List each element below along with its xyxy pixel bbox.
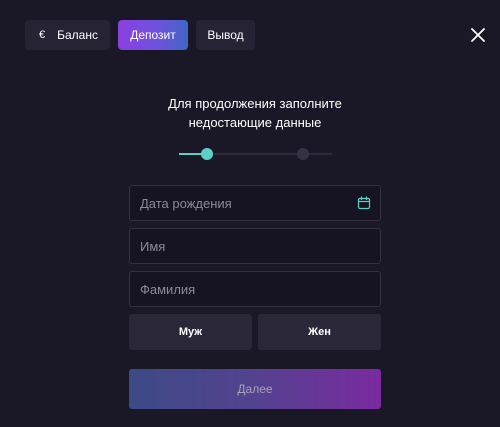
first-name-input[interactable]	[130, 229, 380, 263]
tab-deposit-label: Депозит	[130, 28, 176, 42]
gender-male-button[interactable]: Муж	[129, 314, 252, 350]
headline-line-2: недостающие данные	[188, 115, 322, 130]
last-name-input[interactable]	[130, 272, 380, 306]
progress-stepper	[179, 148, 332, 160]
next-button[interactable]: Далее	[129, 369, 381, 409]
deposit-modal: € Баланс Депозит Вывод Для продолжения з…	[0, 0, 500, 427]
tab-withdraw-label: Вывод	[207, 28, 244, 42]
step-1-dot	[201, 148, 213, 160]
close-button[interactable]	[469, 26, 487, 44]
euro-currency-icon: €	[39, 29, 46, 41]
first-name-field	[129, 228, 381, 264]
calendar-icon[interactable]	[357, 196, 371, 210]
last-name-field	[129, 271, 381, 307]
next-button-label: Далее	[237, 382, 273, 396]
tab-balance-label: Баланс	[57, 28, 98, 42]
birth-date-input[interactable]	[130, 186, 380, 220]
page-title: Для продолжения заполните недостающие да…	[0, 94, 500, 132]
tab-deposit[interactable]: Депозит	[118, 20, 188, 50]
gender-female-label: Жен	[308, 326, 331, 338]
birth-date-field	[129, 185, 381, 221]
wallet-tabs: € Баланс Депозит Вывод	[25, 20, 255, 50]
close-icon	[471, 28, 485, 42]
tab-balance[interactable]: € Баланс	[25, 20, 110, 50]
gender-male-label: Муж	[178, 326, 203, 338]
step-2-dot	[297, 148, 309, 160]
headline-line-1: Для продолжения заполните	[168, 96, 342, 111]
tab-withdraw[interactable]: Вывод	[196, 20, 255, 50]
stepper-track-pending	[207, 153, 332, 155]
gender-female-button[interactable]: Жен	[258, 314, 381, 350]
